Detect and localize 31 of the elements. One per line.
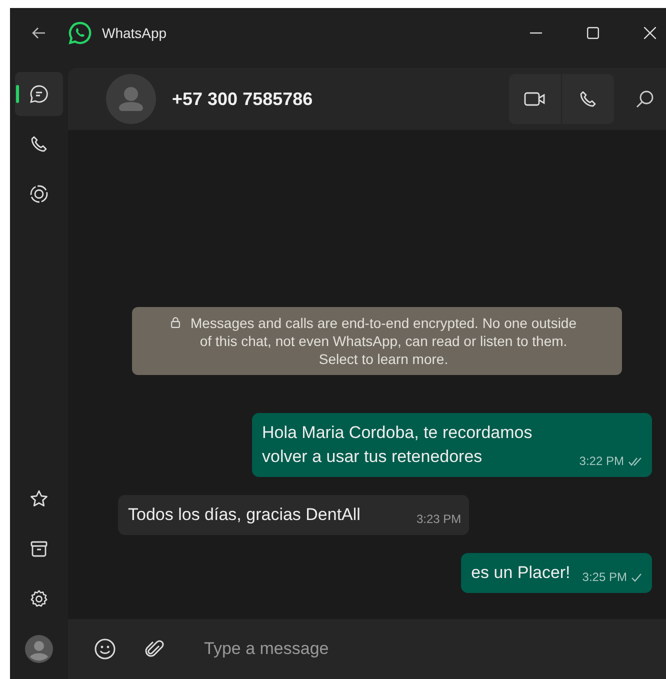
phone-icon (579, 90, 597, 108)
status-icon (29, 184, 49, 204)
window-title: WhatsApp (102, 25, 167, 41)
chat-icon (29, 84, 49, 104)
contact-avatar[interactable] (106, 74, 156, 124)
attach-icon[interactable] (144, 639, 164, 659)
settings-icon (29, 589, 49, 609)
chats-nav-button[interactable] (15, 72, 63, 116)
close-icon[interactable] (644, 27, 656, 39)
phone-icon (30, 135, 48, 153)
star-icon (29, 489, 49, 509)
emoji-icon[interactable] (94, 638, 116, 660)
maximize-icon[interactable] (587, 27, 599, 39)
message-text: Hola Maria Cordoba, te recordamos volver a usar tus retenedores (262, 422, 534, 468)
message-text: Todos los días, gracias DentAll (128, 504, 360, 526)
message-input[interactable]: Type a message (204, 639, 666, 659)
encryption-text: Messages and calls are end-to-end encrypted. No one outside of this chat, not even WhatsApp, can read or listen to them. Select to learn more. (189, 314, 578, 368)
whatsapp-logo-icon (68, 21, 92, 45)
encryption-notice[interactable]: Messages and calls are end-to-end encrypted. No one outside of this chat, not even WhatsApp, can read or listen to them. Select to learn more. (132, 307, 622, 375)
message-text: es un Placer! (471, 562, 570, 584)
message-time: 3:23 PM (416, 511, 462, 528)
archive-icon (29, 539, 49, 559)
minimize-icon[interactable] (530, 32, 542, 34)
composer-bar[interactable]: Type a message (68, 619, 666, 679)
video-camera-icon (524, 91, 546, 107)
search-icon[interactable] (636, 90, 654, 108)
message-time: 3:22 PM (579, 453, 624, 470)
message-time: 3:25 PM (582, 569, 627, 586)
contact-name[interactable]: +57 300 7585786 (172, 88, 313, 110)
lock-icon (170, 317, 180, 328)
back-icon[interactable] (32, 27, 46, 39)
